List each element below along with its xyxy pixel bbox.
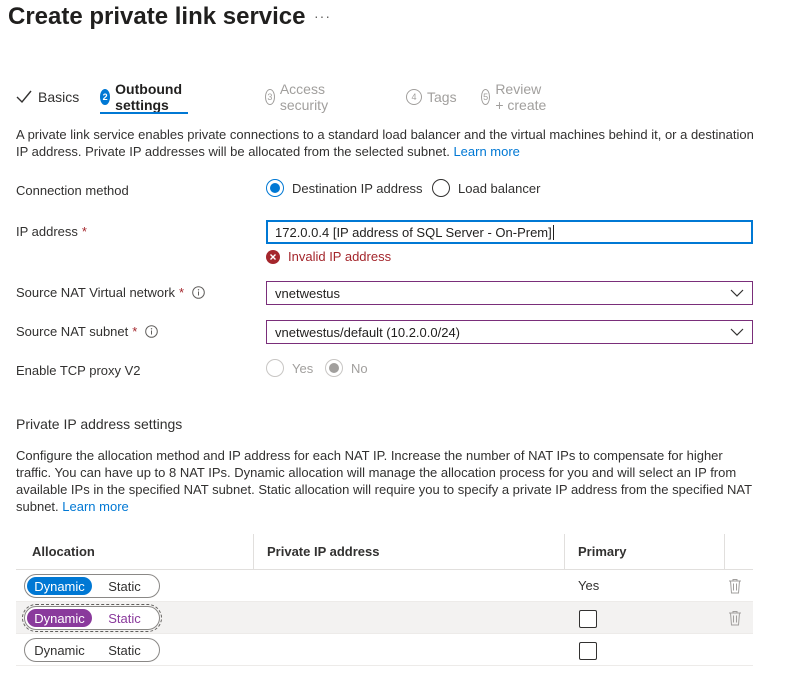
- label-text: Connection method: [16, 183, 129, 198]
- tab-label: Basics: [38, 89, 80, 105]
- trash-icon[interactable]: [728, 610, 742, 626]
- required-asterisk: *: [178, 285, 185, 300]
- column-separator: [564, 534, 565, 569]
- step-number: 4: [406, 89, 422, 105]
- tab-tags[interactable]: 4 Tags: [406, 86, 457, 108]
- tab-label: Review + create: [495, 81, 547, 113]
- required-asterisk: *: [81, 224, 87, 239]
- text-caret: [552, 224, 554, 240]
- radio-label: Destination IP address: [292, 180, 423, 196]
- step-number: 5: [481, 89, 491, 105]
- label-text: Source NAT subnet: [16, 324, 129, 339]
- checkmark-icon: [16, 90, 32, 104]
- radio-button[interactable]: [266, 179, 284, 197]
- source-nat-vnet-label: Source NAT Virtual network *: [16, 285, 205, 300]
- more-options-button[interactable]: ···: [314, 8, 331, 24]
- tab-outbound-settings[interactable]: 2 Outbound settings: [100, 81, 188, 114]
- table-row: Dynamic Static Yes: [16, 570, 753, 602]
- step-number: 2: [100, 89, 111, 105]
- radio-destination-ip[interactable]: Destination IP address: [266, 179, 423, 197]
- table-row: Dynamic Static: [16, 602, 753, 634]
- learn-more-link[interactable]: Learn more: [62, 499, 128, 514]
- error-text: Invalid IP address: [288, 249, 392, 264]
- column-header-allocation: Allocation: [32, 544, 95, 559]
- private-ip-section-title: Private IP address settings: [16, 416, 183, 432]
- source-nat-subnet-label: Source NAT subnet *: [16, 324, 159, 339]
- source-nat-subnet-dropdown[interactable]: vnetwestus/default (10.2.0.0/24): [266, 320, 753, 344]
- toggle-static[interactable]: Static: [92, 609, 157, 627]
- primary-checkbox[interactable]: [579, 642, 597, 660]
- dropdown-value: vnetwestus: [275, 285, 341, 301]
- column-separator: [253, 534, 254, 569]
- tab-basics[interactable]: Basics: [16, 86, 79, 108]
- error-circle-icon: [266, 249, 280, 264]
- trash-icon[interactable]: [728, 578, 742, 594]
- page-title: Create private link service: [8, 3, 306, 30]
- column-header-primary: Primary: [578, 544, 627, 559]
- nat-ip-grid: Allocation Private IP address Primary Dy…: [16, 534, 753, 666]
- allocation-toggle[interactable]: Dynamic Static: [24, 574, 160, 598]
- tcp-proxy-label: Enable TCP proxy V2: [16, 363, 141, 378]
- intro-text: A private link service enables private c…: [16, 127, 754, 159]
- grid-header: Allocation Private IP address Primary: [16, 534, 753, 570]
- radio-tcp-no: No: [325, 359, 368, 377]
- toggle-dynamic[interactable]: Dynamic: [27, 577, 92, 595]
- dropdown-value: vnetwestus/default (10.2.0.0/24): [275, 324, 461, 340]
- label-text: IP address: [16, 224, 78, 239]
- radio-load-balancer[interactable]: Load balancer: [432, 179, 540, 197]
- primary-checkbox[interactable]: [579, 610, 597, 628]
- radio-button: [325, 359, 343, 377]
- step-number: 3: [265, 89, 275, 105]
- info-icon[interactable]: [145, 325, 159, 338]
- radio-tcp-yes: Yes: [266, 359, 313, 377]
- toggle-static[interactable]: Static: [92, 577, 157, 595]
- column-header-private-ip: Private IP address: [267, 544, 380, 559]
- learn-more-link[interactable]: Learn more: [453, 144, 519, 159]
- radio-label: No: [351, 360, 368, 376]
- toggle-dynamic[interactable]: Dynamic: [27, 609, 92, 627]
- allocation-toggle[interactable]: Dynamic Static: [24, 638, 160, 662]
- tab-access-security[interactable]: 3 Access security: [265, 81, 334, 113]
- ip-address-error: Invalid IP address: [266, 249, 391, 264]
- chevron-down-icon: [730, 289, 744, 297]
- tab-label: Access security: [279, 81, 329, 113]
- tab-label: Tags: [427, 89, 457, 105]
- radio-label: Load balancer: [458, 180, 541, 196]
- chevron-down-icon: [730, 328, 744, 336]
- private-ip-description: Configure the allocation method and IP a…: [16, 447, 760, 515]
- table-row: Dynamic Static: [16, 634, 753, 666]
- intro-description: A private link service enables private c…: [16, 126, 760, 160]
- radio-label: Yes: [292, 360, 314, 376]
- allocation-toggle[interactable]: Dynamic Static: [22, 604, 162, 632]
- toggle-dynamic[interactable]: Dynamic: [27, 641, 92, 659]
- toggle-static[interactable]: Static: [92, 641, 157, 659]
- tab-review-create[interactable]: 5 Review + create: [481, 81, 548, 113]
- label-text: Enable TCP proxy V2: [16, 363, 141, 378]
- label-text: Source NAT Virtual network: [16, 285, 175, 300]
- required-asterisk: *: [132, 324, 138, 339]
- source-nat-vnet-dropdown[interactable]: vnetwestus: [266, 281, 753, 305]
- column-separator: [724, 534, 725, 569]
- input-value: 172.0.0.4 [IP address of SQL Server - On…: [275, 224, 552, 240]
- radio-button[interactable]: [432, 179, 450, 197]
- tab-label: Outbound settings: [115, 81, 183, 113]
- ip-address-label: IP address *: [16, 224, 87, 239]
- info-icon[interactable]: [192, 286, 205, 299]
- primary-value: Yes: [578, 578, 600, 593]
- ip-address-input[interactable]: 172.0.0.4 [IP address of SQL Server - On…: [266, 220, 753, 244]
- radio-button: [266, 359, 284, 377]
- connection-method-label: Connection method: [16, 183, 129, 198]
